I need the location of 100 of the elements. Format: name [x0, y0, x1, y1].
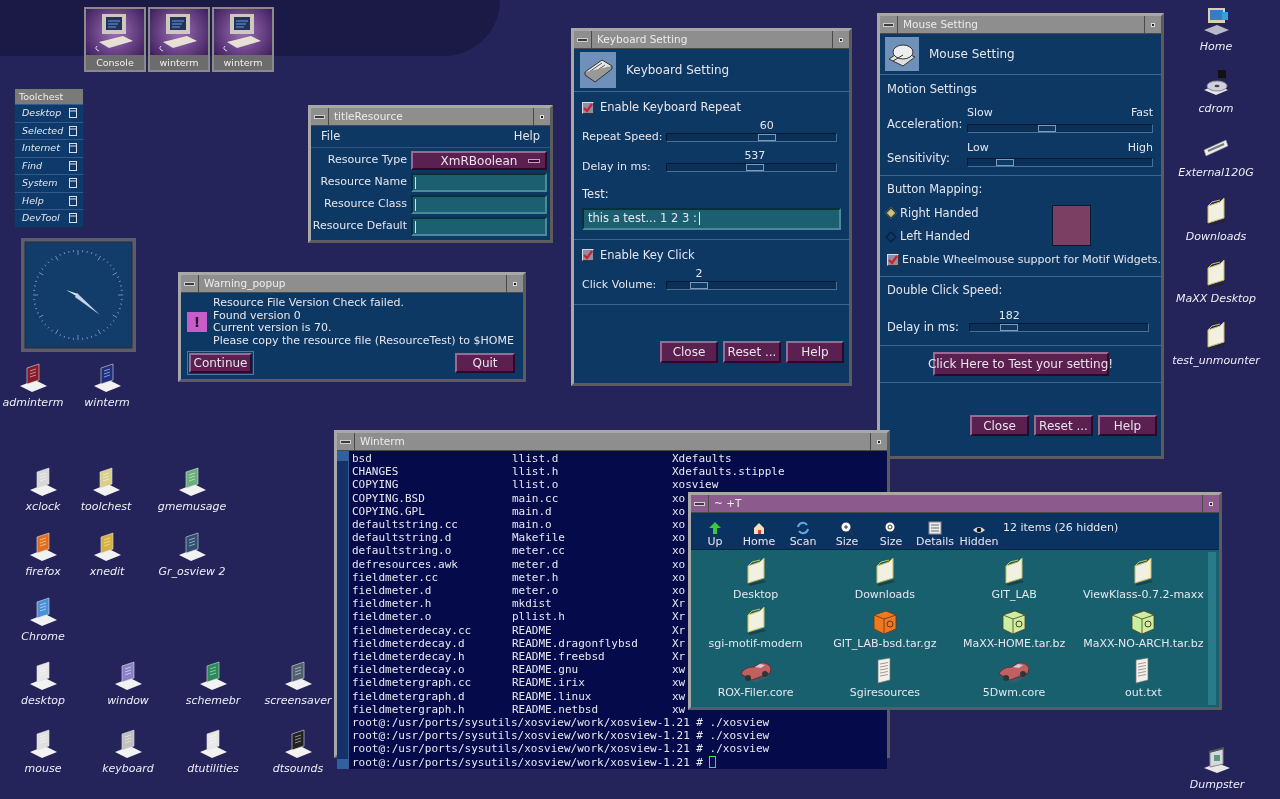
slider[interactable] [967, 123, 1153, 133]
icon-label[interactable]: xnedit [89, 564, 125, 581]
slider-value: 2 [695, 267, 703, 279]
icon-label[interactable]: dtsounds [272, 761, 324, 778]
checkbox[interactable] [887, 253, 899, 266]
icon-label[interactable]: firefox [25, 564, 61, 581]
icon-label[interactable]: mouse [24, 761, 62, 778]
terminal-text: Xr [672, 597, 686, 611]
menu-item[interactable]: Selected [15, 121, 83, 139]
slider-thumb[interactable] [757, 134, 776, 141]
terminal-text: defaultstring.d [352, 531, 453, 545]
terminal-text: Makefile [512, 531, 566, 545]
icon-label[interactable]: cdrom [1198, 101, 1234, 118]
terminal-text: meter.d [512, 557, 560, 571]
icon-label[interactable]: test_unmounter [1172, 353, 1260, 370]
icon-label[interactable]: schemebr [185, 693, 241, 710]
toolbar-button[interactable]: Details [913, 514, 957, 548]
home-icon [752, 521, 766, 535]
toolbar-button[interactable]: Size [825, 514, 869, 548]
scrollbar[interactable] [337, 451, 349, 769]
icon-label[interactable]: Gr_osview 2 [158, 564, 226, 581]
icon-label[interactable]: desktop [21, 693, 65, 710]
terminal-text: xosview [672, 478, 719, 492]
toolbar-button[interactable]: Scan [781, 514, 825, 548]
title-bar[interactable]: ~ +T [691, 495, 1219, 513]
slider-thumb[interactable] [1000, 324, 1019, 332]
option-menu[interactable]: XmRBoolean [411, 151, 547, 170]
terminal-text: fieldmetergraph.d [352, 689, 466, 703]
window-menu-button[interactable] [691, 495, 709, 512]
slider-label: Acceleration: [887, 115, 964, 133]
menu-item[interactable]: Find [15, 156, 83, 174]
icon-label[interactable]: gmemusage [157, 499, 227, 516]
dialog-button[interactable]: Reset ... [723, 341, 781, 363]
mouse-icon [885, 37, 919, 71]
checkbox-label: Enable Wheelmouse support for Motif Widgets. [902, 251, 1162, 268]
window-heading: Keyboard Setting [626, 62, 730, 79]
dialog-button[interactable]: Reset ... [1034, 415, 1093, 436]
menu-item[interactable]: Help [513, 127, 540, 146]
slider-thumb[interactable] [690, 281, 709, 289]
slider-thumb[interactable] [745, 163, 764, 171]
dialog-button[interactable]: Close [660, 341, 718, 363]
window-menu-button[interactable] [880, 16, 898, 33]
dialog-button[interactable]: Help [786, 341, 844, 363]
icon-label[interactable]: adminterm [2, 395, 64, 412]
launcher-button[interactable]: winterm [212, 7, 274, 72]
section-title: Double Click Speed: [887, 282, 1004, 299]
icon-label[interactable]: toolchest [80, 499, 132, 516]
icon-label[interactable]: screensaver [264, 693, 332, 710]
zoom-in-icon [840, 521, 854, 535]
checkbox-label: Enable Key Click [600, 246, 695, 264]
input-field[interactable]: this a test... 1 2 3 : [582, 207, 841, 230]
scrollbar[interactable] [1208, 552, 1216, 705]
dialog-button[interactable]: Close [970, 415, 1029, 436]
icon-label[interactable]: External120G [1178, 165, 1254, 182]
terminal-text: main.o [512, 518, 553, 532]
terminal-text: Xr [672, 636, 686, 651]
slider-thumb[interactable] [1038, 124, 1057, 132]
icon-label[interactable]: dtutilities [187, 761, 239, 778]
input-field[interactable] [411, 195, 547, 214]
toolbar-button[interactable]: Size [869, 514, 913, 548]
terminal-text: defaultstring.o [352, 544, 453, 558]
slider[interactable] [967, 158, 1153, 168]
menu-item[interactable]: System [15, 174, 83, 192]
checkbox[interactable] [582, 101, 594, 114]
icon-label[interactable]: xclock [25, 499, 61, 516]
window-title: Keyboard Setting [596, 31, 689, 47]
terminal-text: xw [672, 689, 686, 703]
icon-label[interactable]: keyboard [102, 761, 154, 778]
launcher-button[interactable]: Console [84, 7, 146, 72]
icon-label[interactable]: Downloads [1185, 229, 1247, 246]
input-field[interactable] [411, 173, 547, 192]
menu-item[interactable]: Help [15, 191, 83, 209]
window-menu-button[interactable] [337, 433, 355, 450]
toolbar-button[interactable]: Hidden [957, 514, 1001, 548]
menu-item[interactable]: Desktop [15, 104, 83, 122]
eye-icon [972, 525, 986, 535]
dialog-button[interactable]: Quit [455, 353, 515, 374]
window-menu-button[interactable] [311, 108, 329, 125]
dialog-button[interactable]: Help [1098, 415, 1157, 436]
toolbar-button[interactable]: Up [693, 514, 737, 548]
icon-label[interactable]: Dumpster [1189, 777, 1245, 794]
menu-item[interactable]: DevTool [15, 209, 83, 227]
drawer-icon [69, 125, 77, 136]
menu-item[interactable]: Internet [15, 139, 83, 157]
icon-label[interactable]: window [107, 693, 149, 710]
window-menu-button[interactable] [181, 275, 199, 292]
dialog-button[interactable]: Continue [189, 353, 252, 374]
slider-thumb[interactable] [995, 159, 1014, 167]
icon-label[interactable]: Chrome [21, 629, 65, 646]
launcher-button[interactable]: winterm [148, 7, 210, 72]
field-label: Resource Default [311, 218, 408, 235]
input-field[interactable] [411, 217, 547, 236]
checkbox[interactable] [582, 249, 594, 262]
window-menu-button[interactable] [574, 31, 592, 48]
menu-item[interactable]: File [321, 127, 341, 146]
toolbar-button[interactable]: Home [737, 514, 781, 548]
radio-button[interactable] [885, 207, 897, 220]
icon-label[interactable]: Home [1199, 39, 1233, 56]
icon-label[interactable]: winterm [84, 395, 130, 412]
icon-label[interactable]: MaXX Desktop [1175, 291, 1257, 308]
